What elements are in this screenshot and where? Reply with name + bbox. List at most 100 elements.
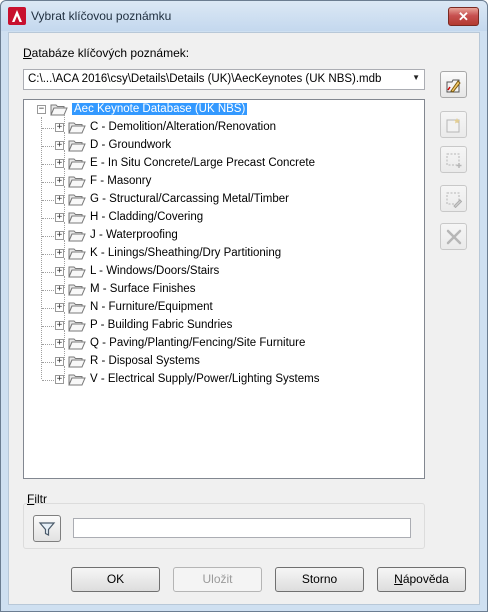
tree-guide-line <box>64 186 65 198</box>
open-folder-icon <box>68 122 86 134</box>
save-button[interactable]: Uložit <box>173 567 262 592</box>
edit-selection-icon <box>446 192 463 208</box>
open-folder-icon <box>68 194 86 206</box>
open-folder-icon <box>68 356 86 368</box>
collapse-icon[interactable]: − <box>37 105 46 114</box>
tree-guide-line <box>64 240 65 252</box>
open-folder-icon <box>68 248 86 260</box>
tree-branch-line <box>42 290 56 291</box>
expand-icon[interactable]: + <box>55 231 64 240</box>
open-database-icon <box>446 79 461 93</box>
database-label-text: atabáze klíčových poznámek: <box>31 46 190 60</box>
edit-selection-button[interactable] <box>440 185 467 212</box>
help-button-label: ápověda <box>402 572 449 586</box>
help-button-mnemonic: N <box>394 572 403 586</box>
tree-guide-line <box>64 366 65 378</box>
new-keynote-icon <box>446 118 460 133</box>
tree-node-label: G - Structural/Carcassing Metal/Timber <box>90 193 289 205</box>
tree-branch-line <box>42 272 56 273</box>
expand-icon[interactable]: + <box>55 249 64 258</box>
tree-branch-line <box>42 308 56 309</box>
database-combobox[interactable]: C:\...\ACA 2016\csy\Details\Details (UK)… <box>23 69 425 90</box>
tree-guide-line <box>64 168 65 180</box>
expand-icon[interactable]: + <box>55 303 64 312</box>
tree-node-label: R - Disposal Systems <box>90 355 200 367</box>
open-database-button[interactable] <box>440 71 467 98</box>
tree-branch-line <box>42 326 56 327</box>
expand-icon[interactable]: + <box>55 159 64 168</box>
open-folder-icon <box>68 176 86 188</box>
tree-branch-line <box>42 218 56 219</box>
keynote-tree[interactable]: − Aec Keynote Database (UK NBS) + C - Dem… <box>23 99 425 479</box>
tree-branch-line <box>42 236 56 237</box>
autocad-logo-icon <box>8 7 26 25</box>
open-folder-icon <box>68 302 86 314</box>
database-combobox-value: C:\...\ACA 2016\csy\Details\Details (UK)… <box>28 73 382 85</box>
open-folder-icon <box>50 104 68 116</box>
tree-guide-line <box>41 117 42 379</box>
tree-branch-line <box>42 164 56 165</box>
tree-branch-line <box>42 344 56 345</box>
title-bar[interactable]: Vybrat klíčovou poznámku ✕ <box>1 1 487 31</box>
database-label-mnemonic: D <box>23 46 32 60</box>
new-keynote-button[interactable] <box>440 111 467 138</box>
open-folder-icon <box>68 338 86 350</box>
filter-button[interactable] <box>33 515 61 542</box>
window-title: Vybrat klíčovou poznámku <box>31 9 172 23</box>
tree-branch-line <box>42 254 56 255</box>
expand-icon[interactable]: + <box>55 177 64 186</box>
tree-branch-line <box>42 200 56 201</box>
tree-guide-line <box>64 312 65 324</box>
cancel-button[interactable]: Storno <box>275 567 364 592</box>
close-icon: ✕ <box>458 9 469 24</box>
open-folder-icon <box>68 230 86 242</box>
tree-guide-line <box>64 114 65 126</box>
delete-icon <box>446 229 462 245</box>
expand-icon[interactable]: + <box>55 339 64 348</box>
add-selection-button[interactable] <box>440 146 467 173</box>
expand-icon[interactable]: + <box>55 285 64 294</box>
tree-guide-line <box>64 150 65 162</box>
tree-node-label: M - Surface Finishes <box>90 283 196 295</box>
tree-guide-line <box>64 258 65 270</box>
tree-node-label: P - Building Fabric Sundries <box>90 319 233 331</box>
help-button[interactable]: Nápověda <box>377 567 466 592</box>
dialog-client: Databáze klíčových poznámek: C:\...\ACA … <box>8 32 480 605</box>
open-folder-icon <box>68 158 86 170</box>
tree-node-label: L - Windows/Doors/Stairs <box>90 265 220 277</box>
tree-node-label: J - Waterproofing <box>90 229 178 241</box>
tree-root-label: Aec Keynote Database (UK NBS) <box>72 103 248 115</box>
tree-node-label: N - Furniture/Equipment <box>90 301 213 313</box>
open-folder-icon <box>68 284 86 296</box>
expand-icon[interactable]: + <box>55 213 64 222</box>
tree-guide-line <box>64 222 65 234</box>
expand-icon[interactable]: + <box>55 321 64 330</box>
filter-input[interactable] <box>73 518 411 538</box>
expand-icon[interactable]: + <box>55 357 64 366</box>
chevron-down-icon[interactable]: ▼ <box>412 73 420 82</box>
expand-icon[interactable]: + <box>55 195 64 204</box>
tree-node-label: C - Demolition/Alteration/Renovation <box>90 121 277 133</box>
tree-guide-line <box>64 348 65 360</box>
close-button[interactable]: ✕ <box>448 7 479 26</box>
expand-icon[interactable]: + <box>55 141 64 150</box>
delete-button[interactable] <box>440 223 467 250</box>
dialog-window: Vybrat klíčovou poznámku ✕ Databáze klíč… <box>0 0 488 612</box>
tree-guide-line <box>64 276 65 288</box>
tree-guide-line <box>64 330 65 342</box>
ok-button[interactable]: OK <box>71 567 160 592</box>
tree-node-label: F - Masonry <box>90 175 152 187</box>
tree-node-label: Q - Paving/Planting/Fencing/Site Furnitu… <box>90 337 306 349</box>
tree-branch-line <box>42 362 56 363</box>
database-label: Databáze klíčových poznámek: <box>23 46 189 60</box>
open-folder-icon <box>68 374 86 386</box>
expand-icon[interactable]: + <box>55 375 64 384</box>
tree-guide-line <box>64 132 65 144</box>
expand-icon[interactable]: + <box>55 123 64 132</box>
tree-guide-line <box>64 204 65 216</box>
tree-branch-line <box>42 182 56 183</box>
expand-icon[interactable]: + <box>55 267 64 276</box>
tree-node-label: D - Groundwork <box>90 139 172 151</box>
add-selection-icon <box>446 153 462 168</box>
open-folder-icon <box>68 212 86 224</box>
